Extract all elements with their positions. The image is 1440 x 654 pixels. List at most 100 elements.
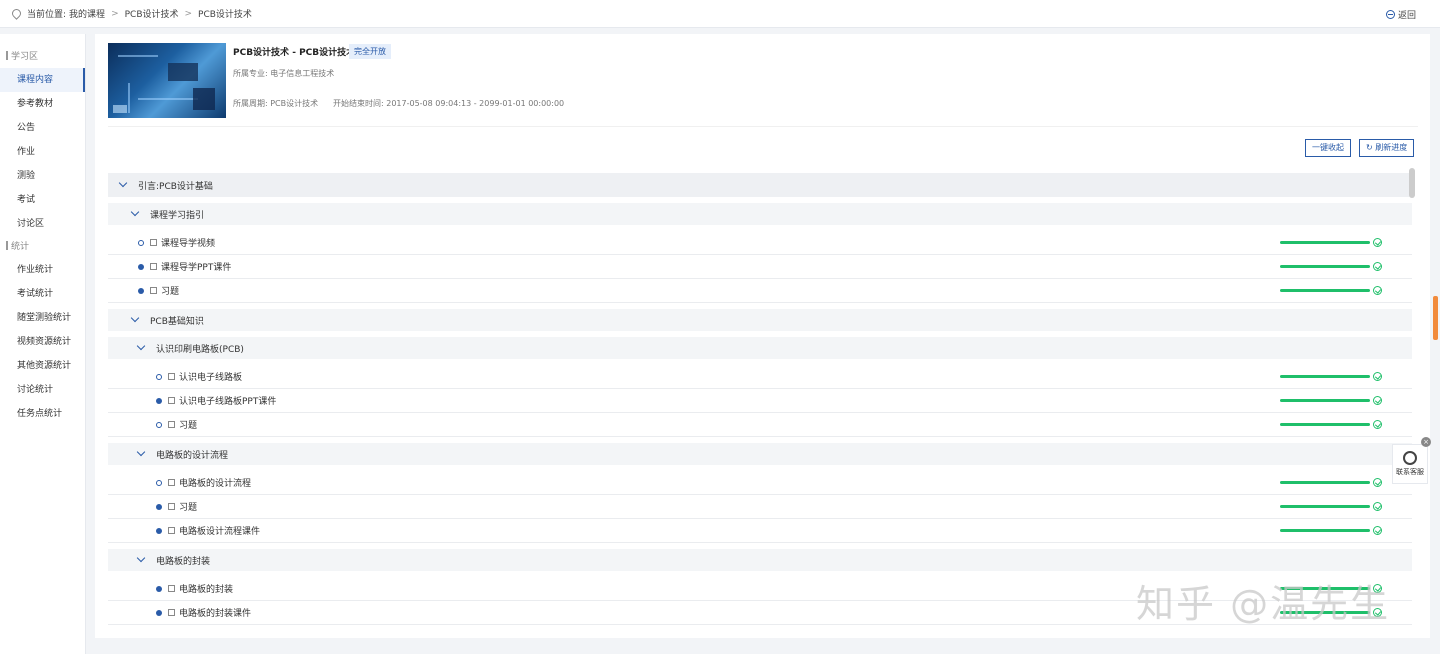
course-time: 开始结束时间: 2017-05-08 09:04:13 - 2099-01-01…: [333, 99, 565, 108]
section-header[interactable]: 电路板的封装: [108, 549, 1412, 571]
status-dot: [156, 527, 162, 534]
section-title: 电路板的设计流程: [156, 450, 229, 461]
status-dot: [156, 479, 162, 486]
status-dot: [156, 421, 162, 428]
back-icon: [1385, 10, 1395, 19]
file-icon: [150, 287, 157, 294]
list-item[interactable]: 习题: [108, 279, 1412, 303]
file-icon: [168, 585, 175, 592]
course-header: PCB设计技术 - PCB设计技术 完全开放 所属专业: 电子信息工程技术 所属…: [108, 43, 1418, 127]
breadcrumb-course[interactable]: PCB设计技术: [125, 7, 179, 20]
sidebar-item[interactable]: 课程内容: [0, 68, 85, 92]
section-header[interactable]: PCB基础知识: [108, 309, 1412, 331]
sidebar-item[interactable]: 公告: [0, 116, 85, 140]
status-dot: [156, 397, 162, 404]
headset-icon: [1403, 451, 1417, 465]
chevron-down-icon: [130, 313, 140, 323]
sidebar-item[interactable]: 讨论区: [0, 212, 85, 236]
item-title: 电路板的封装课件: [179, 609, 252, 619]
check-circle-icon: [1373, 478, 1382, 487]
sidebar-item[interactable]: 参考教材: [0, 92, 85, 116]
list-item[interactable]: 习题: [108, 495, 1412, 519]
collapse-all-button[interactable]: 一键收起: [1305, 139, 1351, 157]
list-item[interactable]: 认识电子线路板PPT课件: [108, 389, 1412, 413]
item-title: 电路板的设计流程: [179, 479, 252, 489]
location-icon: [10, 7, 23, 20]
section-header[interactable]: 电路板的设计流程: [108, 443, 1412, 465]
list-item[interactable]: 电路板的设计流程: [108, 471, 1412, 495]
list-item[interactable]: 认识电子线路板: [108, 365, 1412, 389]
sidebar-item[interactable]: 视频资源统计: [0, 330, 85, 354]
check-circle-icon: [1373, 372, 1382, 381]
list-item[interactable]: 课程导学PPT课件: [108, 255, 1412, 279]
status-dot: [138, 239, 144, 246]
status-dot: [138, 287, 144, 294]
sidebar-item[interactable]: 其他资源统计: [0, 354, 85, 378]
chevron-down-icon: [136, 553, 146, 563]
status-dot: [156, 373, 162, 380]
check-circle-icon: [1373, 262, 1382, 271]
progress-bar: [1280, 481, 1370, 484]
progress-bar: [1280, 505, 1370, 508]
list-scrollbar[interactable]: [1409, 168, 1415, 198]
section-title: 引言:PCB设计基础: [138, 181, 213, 192]
progress-bar: [1280, 399, 1370, 402]
check-circle-icon: [1373, 396, 1382, 405]
course-thumbnail: [108, 43, 226, 118]
sidebar-item[interactable]: 讨论统计: [0, 378, 85, 402]
check-circle-icon: [1373, 526, 1382, 535]
list-item[interactable]: 课程导学视频: [108, 231, 1412, 255]
chapter-list: 引言:PCB设计基础 课程学习指引 课程导学视频 课程导学PPT课件 习题 PC…: [108, 173, 1412, 633]
file-icon: [168, 503, 175, 510]
section-title: PCB基础知识: [150, 316, 204, 327]
section-header[interactable]: 认识印刷电路板(PCB): [108, 337, 1412, 359]
file-icon: [150, 263, 157, 270]
list-item[interactable]: 习题: [108, 413, 1412, 437]
status-badge: 完全开放: [349, 44, 391, 59]
contact-service-button[interactable]: × 联系客服: [1392, 437, 1431, 484]
sidebar-group-label: 学习区: [0, 46, 85, 68]
section-header[interactable]: 课程学习指引: [108, 203, 1412, 225]
breadcrumb-current: PCB设计技术: [198, 10, 252, 20]
sidebar-item[interactable]: 任务点统计: [0, 402, 85, 426]
progress-bar: [1280, 241, 1370, 244]
back-button[interactable]: 返回: [1385, 8, 1416, 21]
course-term: 所属周期: PCB设计技术: [233, 99, 319, 108]
page-scrollbar[interactable]: [1433, 296, 1438, 340]
item-title: 习题: [161, 287, 180, 297]
refresh-progress-button[interactable]: ↻ 刷新进度: [1359, 139, 1415, 157]
status-dot: [138, 263, 144, 270]
section-title: 认识印刷电路板(PCB): [156, 344, 244, 355]
chevron-down-icon: [136, 447, 146, 457]
sidebar-item[interactable]: 作业: [0, 140, 85, 164]
file-icon: [150, 239, 157, 246]
list-item[interactable]: 电路板设计流程课件: [108, 519, 1412, 543]
progress-bar: [1280, 529, 1370, 532]
course-major: 所属专业: 电子信息工程技术: [233, 69, 335, 78]
sidebar-item[interactable]: 测验: [0, 164, 85, 188]
status-dot: [156, 585, 162, 592]
status-dot: [156, 503, 162, 510]
chevron-right-icon: >: [111, 8, 119, 19]
sidebar-item[interactable]: 考试统计: [0, 282, 85, 306]
file-icon: [168, 397, 175, 404]
breadcrumb-my-courses[interactable]: 我的课程: [69, 7, 105, 20]
item-title: 认识电子线路板: [179, 373, 243, 383]
sidebar-item[interactable]: 作业统计: [0, 258, 85, 282]
item-title: 认识电子线路板PPT课件: [179, 397, 277, 407]
item-title: 课程导学PPT课件: [161, 263, 232, 273]
course-title: PCB设计技术 - PCB设计技术: [233, 48, 356, 58]
chevron-down-icon: [130, 207, 140, 217]
watermark: 知乎 @温先生: [1136, 582, 1391, 626]
progress-bar: [1280, 375, 1370, 378]
file-icon: [168, 527, 175, 534]
sidebar-item[interactable]: 随堂测验统计: [0, 306, 85, 330]
chevron-down-icon: [136, 341, 146, 351]
close-icon[interactable]: ×: [1421, 437, 1431, 447]
file-icon: [168, 373, 175, 380]
check-circle-icon: [1373, 238, 1382, 247]
item-title: 电路板的封装: [179, 585, 234, 595]
section-title: 电路板的封装: [156, 556, 211, 567]
sidebar-item[interactable]: 考试: [0, 188, 85, 212]
section-header[interactable]: 引言:PCB设计基础: [108, 173, 1412, 197]
